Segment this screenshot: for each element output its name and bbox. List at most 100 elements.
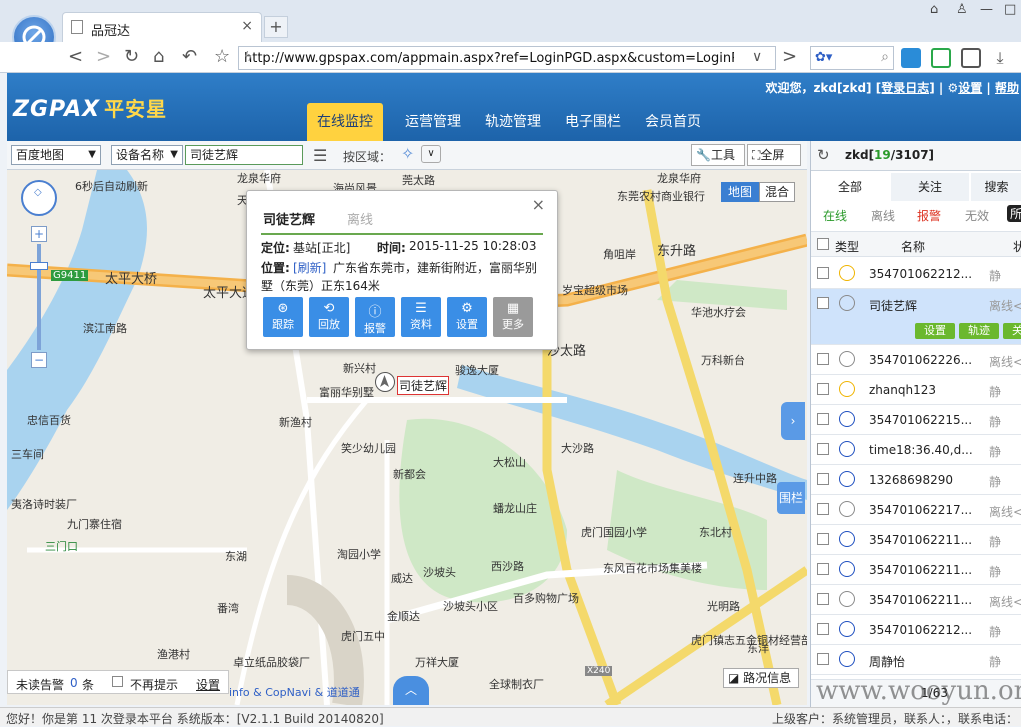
browser-search-box[interactable]: ✿▾ ⌕ xyxy=(810,46,894,70)
table-row[interactable]: 354701062211... 静 xyxy=(811,525,1021,555)
row-checkbox[interactable] xyxy=(817,623,829,635)
filter-offline[interactable]: 离线 xyxy=(871,207,895,224)
browser-tab[interactable]: 品冠达 × xyxy=(62,12,262,42)
refresh-icon[interactable]: ↻ xyxy=(124,46,139,67)
login-log-link[interactable]: [登录日志] xyxy=(876,81,935,95)
tab-followed[interactable]: 关注 xyxy=(891,173,969,201)
row-checkbox[interactable] xyxy=(817,297,829,309)
row-track-button[interactable]: 轨迹 xyxy=(959,323,999,339)
dropdown-icon[interactable]: ∨ xyxy=(752,49,762,65)
extension-icon[interactable] xyxy=(901,48,921,68)
table-row[interactable]: 354701062212... 静 xyxy=(811,615,1021,645)
table-row[interactable]: 13268698290 静 xyxy=(811,465,1021,495)
playback-button[interactable]: ⟲ 回放 xyxy=(309,297,349,337)
home-icon[interactable]: ⌂ xyxy=(153,46,164,67)
row-checkbox[interactable] xyxy=(817,383,829,395)
filter-alarm[interactable]: 报警 xyxy=(917,207,941,224)
back-icon[interactable]: < xyxy=(68,46,83,67)
maximize-icon[interactable]: □ xyxy=(1004,2,1016,17)
table-row[interactable]: 354701062226... 离线< xyxy=(811,345,1021,375)
table-row[interactable]: 周静怡 静 xyxy=(811,645,1021,675)
tools-button[interactable]: 🔧工具 xyxy=(691,144,745,166)
map-type-map-button[interactable]: 地图 xyxy=(721,182,759,202)
select-all-checkbox[interactable] xyxy=(817,238,829,250)
table-row[interactable]: 354701062215... 静 xyxy=(811,405,1021,435)
row-checkbox[interactable] xyxy=(817,653,829,665)
forward-icon[interactable]: > xyxy=(96,46,111,67)
address-bar[interactable]: http://www.gpspax.com/appmain.aspx?ref=L… xyxy=(238,46,776,70)
zoom-slider[interactable] xyxy=(37,244,41,350)
tab-search[interactable]: 搜索 xyxy=(971,173,1021,201)
table-row[interactable]: 司徒艺辉 离线< 设置轨迹关注 xyxy=(811,289,1021,345)
row-checkbox[interactable] xyxy=(817,413,829,425)
minimize-icon[interactable]: — xyxy=(980,2,993,17)
nav-geofence[interactable]: 电子围栏 xyxy=(555,103,631,141)
traffic-button[interactable]: ◪ 路况信息 xyxy=(723,668,799,688)
zoom-out-button[interactable]: − xyxy=(31,352,47,368)
lightning-icon[interactable]: ϟ xyxy=(244,50,734,65)
row-checkbox[interactable] xyxy=(817,267,829,279)
row-checkbox[interactable] xyxy=(817,443,829,455)
fullscreen-button[interactable]: ⛶全屏 xyxy=(747,144,801,166)
nav-tracks[interactable]: 轨迹管理 xyxy=(475,103,551,141)
list-menu-icon[interactable]: ☰ xyxy=(313,146,327,165)
row-checkbox[interactable] xyxy=(817,473,829,485)
map-provider-select[interactable]: 百度地图 ▼ xyxy=(11,145,101,165)
bookmark-icon[interactable] xyxy=(961,48,981,68)
filter-invalid[interactable]: 无效 xyxy=(965,207,989,224)
row-checkbox[interactable] xyxy=(817,533,829,545)
vehicle-marker-label[interactable]: 司徒艺辉 xyxy=(397,376,450,395)
table-row[interactable]: time18:36.40,d... 静 xyxy=(811,435,1021,465)
region-dropdown-icon[interactable]: ∨ xyxy=(421,145,441,163)
region-picker-icon[interactable]: ✧ xyxy=(401,144,414,163)
close-icon[interactable]: × xyxy=(532,195,545,214)
row-checkbox[interactable] xyxy=(817,503,829,515)
tab-all[interactable]: 全部 xyxy=(811,173,889,201)
shirt-icon[interactable]: ♙ xyxy=(956,2,968,17)
track-button[interactable]: ⊛ 跟踪 xyxy=(263,297,303,337)
crop-icon[interactable] xyxy=(931,48,951,68)
filter-all[interactable]: 所 xyxy=(1007,205,1021,222)
tab-close-icon[interactable]: × xyxy=(241,18,253,34)
table-row[interactable]: zhanqh123 静 xyxy=(811,375,1021,405)
refresh-icon[interactable]: ↻ xyxy=(817,146,830,164)
row-checkbox[interactable] xyxy=(817,593,829,605)
search-field-select[interactable]: 设备名称 ▼ xyxy=(111,145,183,165)
more-button[interactable]: ▦ 更多 xyxy=(493,297,533,337)
nav-operations[interactable]: 运营管理 xyxy=(395,103,471,141)
undo-icon[interactable]: ↶ xyxy=(182,46,197,67)
forward-page-icon[interactable]: > xyxy=(782,46,797,67)
expand-bottom-button[interactable]: ︿ xyxy=(393,676,429,705)
pan-control[interactable]: ◇ xyxy=(21,180,57,216)
favorite-star-icon[interactable]: ☆ xyxy=(214,46,230,67)
download-icon[interactable]: ⤓ xyxy=(990,48,1010,68)
nav-member-home[interactable]: 会员首页 xyxy=(635,103,711,141)
expand-panel-button[interactable]: › xyxy=(781,402,805,440)
table-row[interactable]: 354701062217... 离线< xyxy=(811,495,1021,525)
settings-link[interactable]: 设置 xyxy=(958,81,982,95)
row-follow-button[interactable]: 关注 xyxy=(1003,323,1021,339)
help-link[interactable]: 帮助 xyxy=(995,81,1019,95)
alarm-settings-link[interactable]: 设置 xyxy=(196,676,220,693)
table-row[interactable]: 354701062211... 离线< xyxy=(811,585,1021,615)
info-button[interactable]: ☰ 资料 xyxy=(401,297,441,337)
lock-icon[interactable]: ⌂ xyxy=(930,2,938,17)
map-type-hybrid-button[interactable]: 混合 xyxy=(759,182,795,202)
row-checkbox[interactable] xyxy=(817,563,829,575)
zoom-in-button[interactable]: + xyxy=(31,226,47,242)
filter-online[interactable]: 在线 xyxy=(823,207,847,224)
row-checkbox[interactable] xyxy=(817,353,829,365)
alarm-button[interactable]: ⓘ 报警 xyxy=(355,297,395,337)
vehicle-marker-icon[interactable] xyxy=(375,372,395,392)
table-row[interactable]: 354701062211... 静 xyxy=(811,555,1021,585)
geofence-button[interactable]: 围栏 xyxy=(777,482,805,514)
no-remind-checkbox[interactable] xyxy=(112,676,123,687)
row-settings-button[interactable]: 设置 xyxy=(915,323,955,339)
table-row[interactable]: 354701062212... 静 xyxy=(811,259,1021,289)
new-tab-button[interactable]: + xyxy=(264,16,288,38)
nav-online-monitor[interactable]: 在线监控 xyxy=(307,103,383,141)
device-search-input[interactable]: 司徒艺辉 xyxy=(185,145,303,165)
zoom-slider-handle[interactable] xyxy=(30,262,48,270)
search-icon[interactable]: ⌕ xyxy=(881,49,889,65)
settings-button[interactable]: ⚙ 设置 xyxy=(447,297,487,337)
